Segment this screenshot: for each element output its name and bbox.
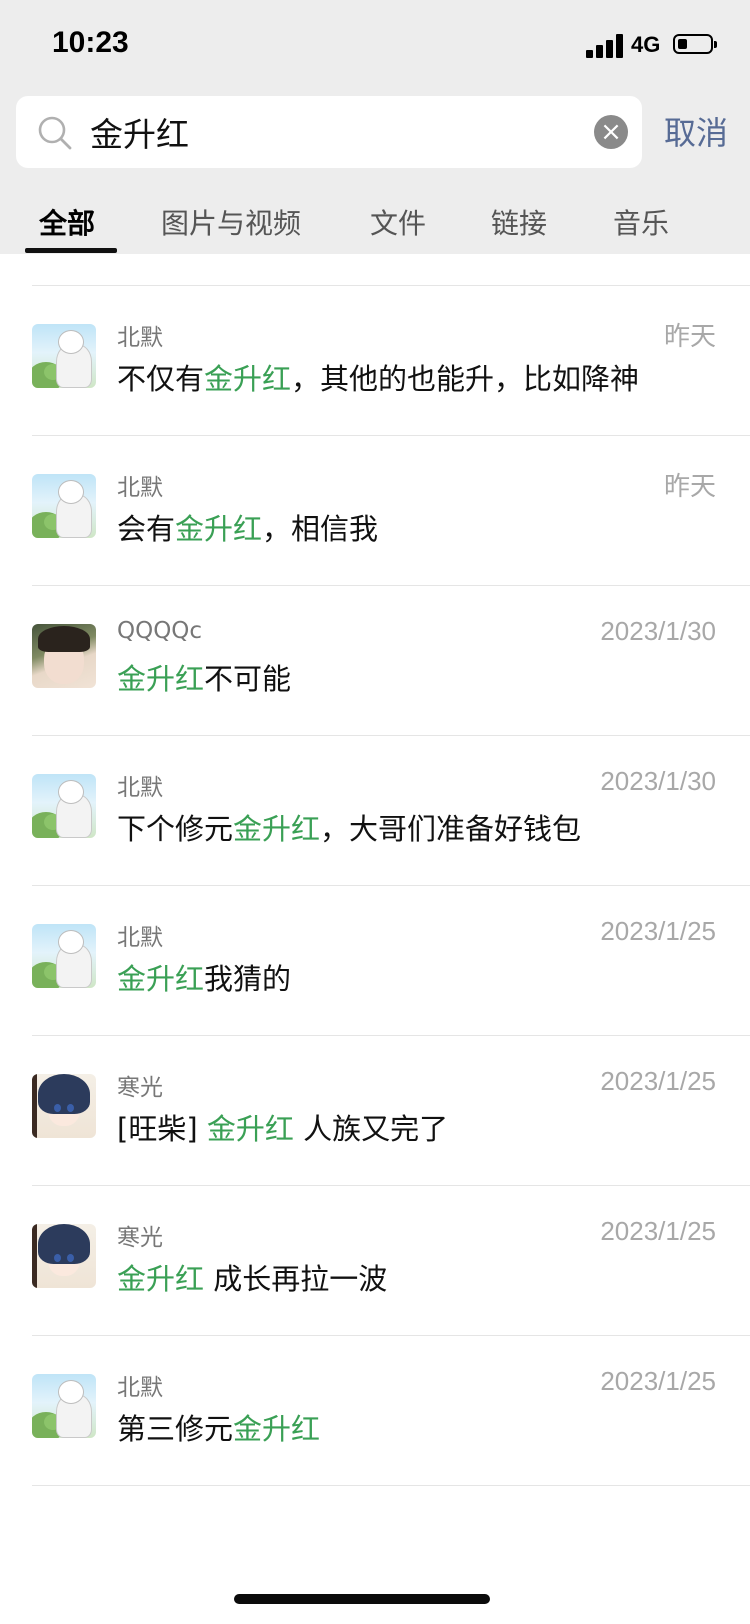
tab-files[interactable]: 文件 bbox=[370, 202, 426, 242]
home-indicator[interactable] bbox=[234, 1594, 490, 1604]
sender-name: 北默 bbox=[117, 925, 163, 951]
keyword-highlight: 金升红 bbox=[233, 1412, 321, 1446]
message-date: 2023/1/30 bbox=[600, 766, 716, 796]
close-icon: × bbox=[600, 117, 622, 147]
keyword-highlight: 金升红 bbox=[117, 662, 205, 696]
list-item[interactable]: 北默 昨天 会有金升红，相信我 bbox=[0, 436, 750, 586]
list-item[interactable]: 北默 2023/1/25 金升红我猜的 bbox=[0, 886, 750, 1036]
search-bar[interactable]: × bbox=[16, 96, 642, 168]
sender-name: 寒光 bbox=[117, 1075, 163, 1101]
sender-name: 北默 bbox=[117, 325, 163, 351]
cartoon-avatar bbox=[32, 324, 96, 388]
signal-icon bbox=[586, 34, 624, 58]
tab-images-videos[interactable]: 图片与视频 bbox=[161, 202, 301, 242]
list-item[interactable]: 寒光 2023/1/25 [旺柴] 金升红 人族又完了 bbox=[0, 1036, 750, 1186]
list-item[interactable]: 寒光 2023/1/25 金升红 成长再拉一波 bbox=[0, 1186, 750, 1336]
search-input[interactable] bbox=[90, 106, 570, 158]
message-date: 2023/1/30 bbox=[600, 616, 716, 646]
sender-name: 寒光 bbox=[117, 1225, 163, 1251]
message-date: 2023/1/25 bbox=[600, 916, 716, 946]
message-date: 2023/1/25 bbox=[600, 1066, 716, 1096]
message-text: 不仅有金升红，其他的也能升，比如降神 bbox=[117, 362, 640, 396]
list-item[interactable]: 北默 2023/1/30 下个修元金升红，大哥们准备好钱包 bbox=[0, 736, 750, 886]
message-text: 金升红 成长再拉一波 bbox=[117, 1262, 388, 1296]
tab-music[interactable]: 音乐 bbox=[613, 202, 669, 242]
search-header: 10:23 4G × 取消 全部 图片与视频 文件 链接 音乐 bbox=[0, 0, 750, 254]
sender-name: 北默 bbox=[117, 475, 163, 501]
status-bar: 10:23 4G bbox=[0, 0, 750, 90]
tab-all[interactable]: 全部 bbox=[39, 202, 95, 242]
list-item[interactable]: QQQQc 2023/1/30 金升红不可能 bbox=[0, 586, 750, 736]
keyword-highlight: 金升红 bbox=[175, 512, 263, 546]
keyword-highlight: 金升红 bbox=[204, 362, 292, 396]
cartoon-avatar bbox=[32, 474, 96, 538]
divider bbox=[32, 1485, 750, 1486]
filter-tabs: 全部 图片与视频 文件 链接 音乐 bbox=[0, 190, 750, 254]
keyword-highlight: 金升红 bbox=[206, 1112, 294, 1146]
status-time: 10:23 bbox=[52, 26, 129, 59]
cartoon-avatar bbox=[32, 1374, 96, 1438]
keyword-highlight: 金升红 bbox=[233, 812, 321, 846]
keyword-highlight: 金升红 bbox=[117, 1262, 205, 1296]
message-date: 昨天 bbox=[663, 471, 716, 501]
message-date: 昨天 bbox=[663, 321, 716, 351]
cartoon-avatar bbox=[32, 924, 96, 988]
message-text: 下个修元金升红，大哥们准备好钱包 bbox=[117, 812, 582, 846]
search-icon bbox=[38, 116, 72, 150]
cartoon-avatar bbox=[32, 774, 96, 838]
sender-name: 北默 bbox=[117, 775, 163, 801]
message-text: 第三修元金升红 bbox=[117, 1412, 321, 1446]
list-item[interactable]: 北默 昨天 不仅有金升红，其他的也能升，比如降神 bbox=[0, 286, 750, 436]
message-date: 2023/1/25 bbox=[600, 1366, 716, 1396]
sender-name: QQQQc bbox=[117, 618, 203, 644]
sender-name: 北默 bbox=[117, 1375, 163, 1401]
battery-icon bbox=[673, 34, 717, 54]
message-text: 金升红不可能 bbox=[117, 662, 292, 696]
message-text: 金升红我猜的 bbox=[117, 962, 292, 996]
message-date: 2023/1/25 bbox=[600, 1216, 716, 1246]
network-type: 4G bbox=[631, 32, 661, 57]
anime-avatar bbox=[32, 1224, 96, 1288]
clear-search-button[interactable]: × bbox=[594, 115, 628, 149]
list-item[interactable]: 北默 2023/1/25 第三修元金升红 bbox=[0, 1336, 750, 1486]
tab-links[interactable]: 链接 bbox=[491, 202, 547, 242]
photo-avatar bbox=[32, 624, 96, 688]
anime-avatar bbox=[32, 1074, 96, 1138]
cancel-button[interactable]: 取消 bbox=[664, 108, 728, 154]
message-text: 会有金升红，相信我 bbox=[117, 512, 379, 546]
keyword-highlight: 金升红 bbox=[117, 962, 205, 996]
active-tab-indicator bbox=[25, 248, 117, 253]
message-text: [旺柴] 金升红 人族又完了 bbox=[117, 1112, 449, 1146]
